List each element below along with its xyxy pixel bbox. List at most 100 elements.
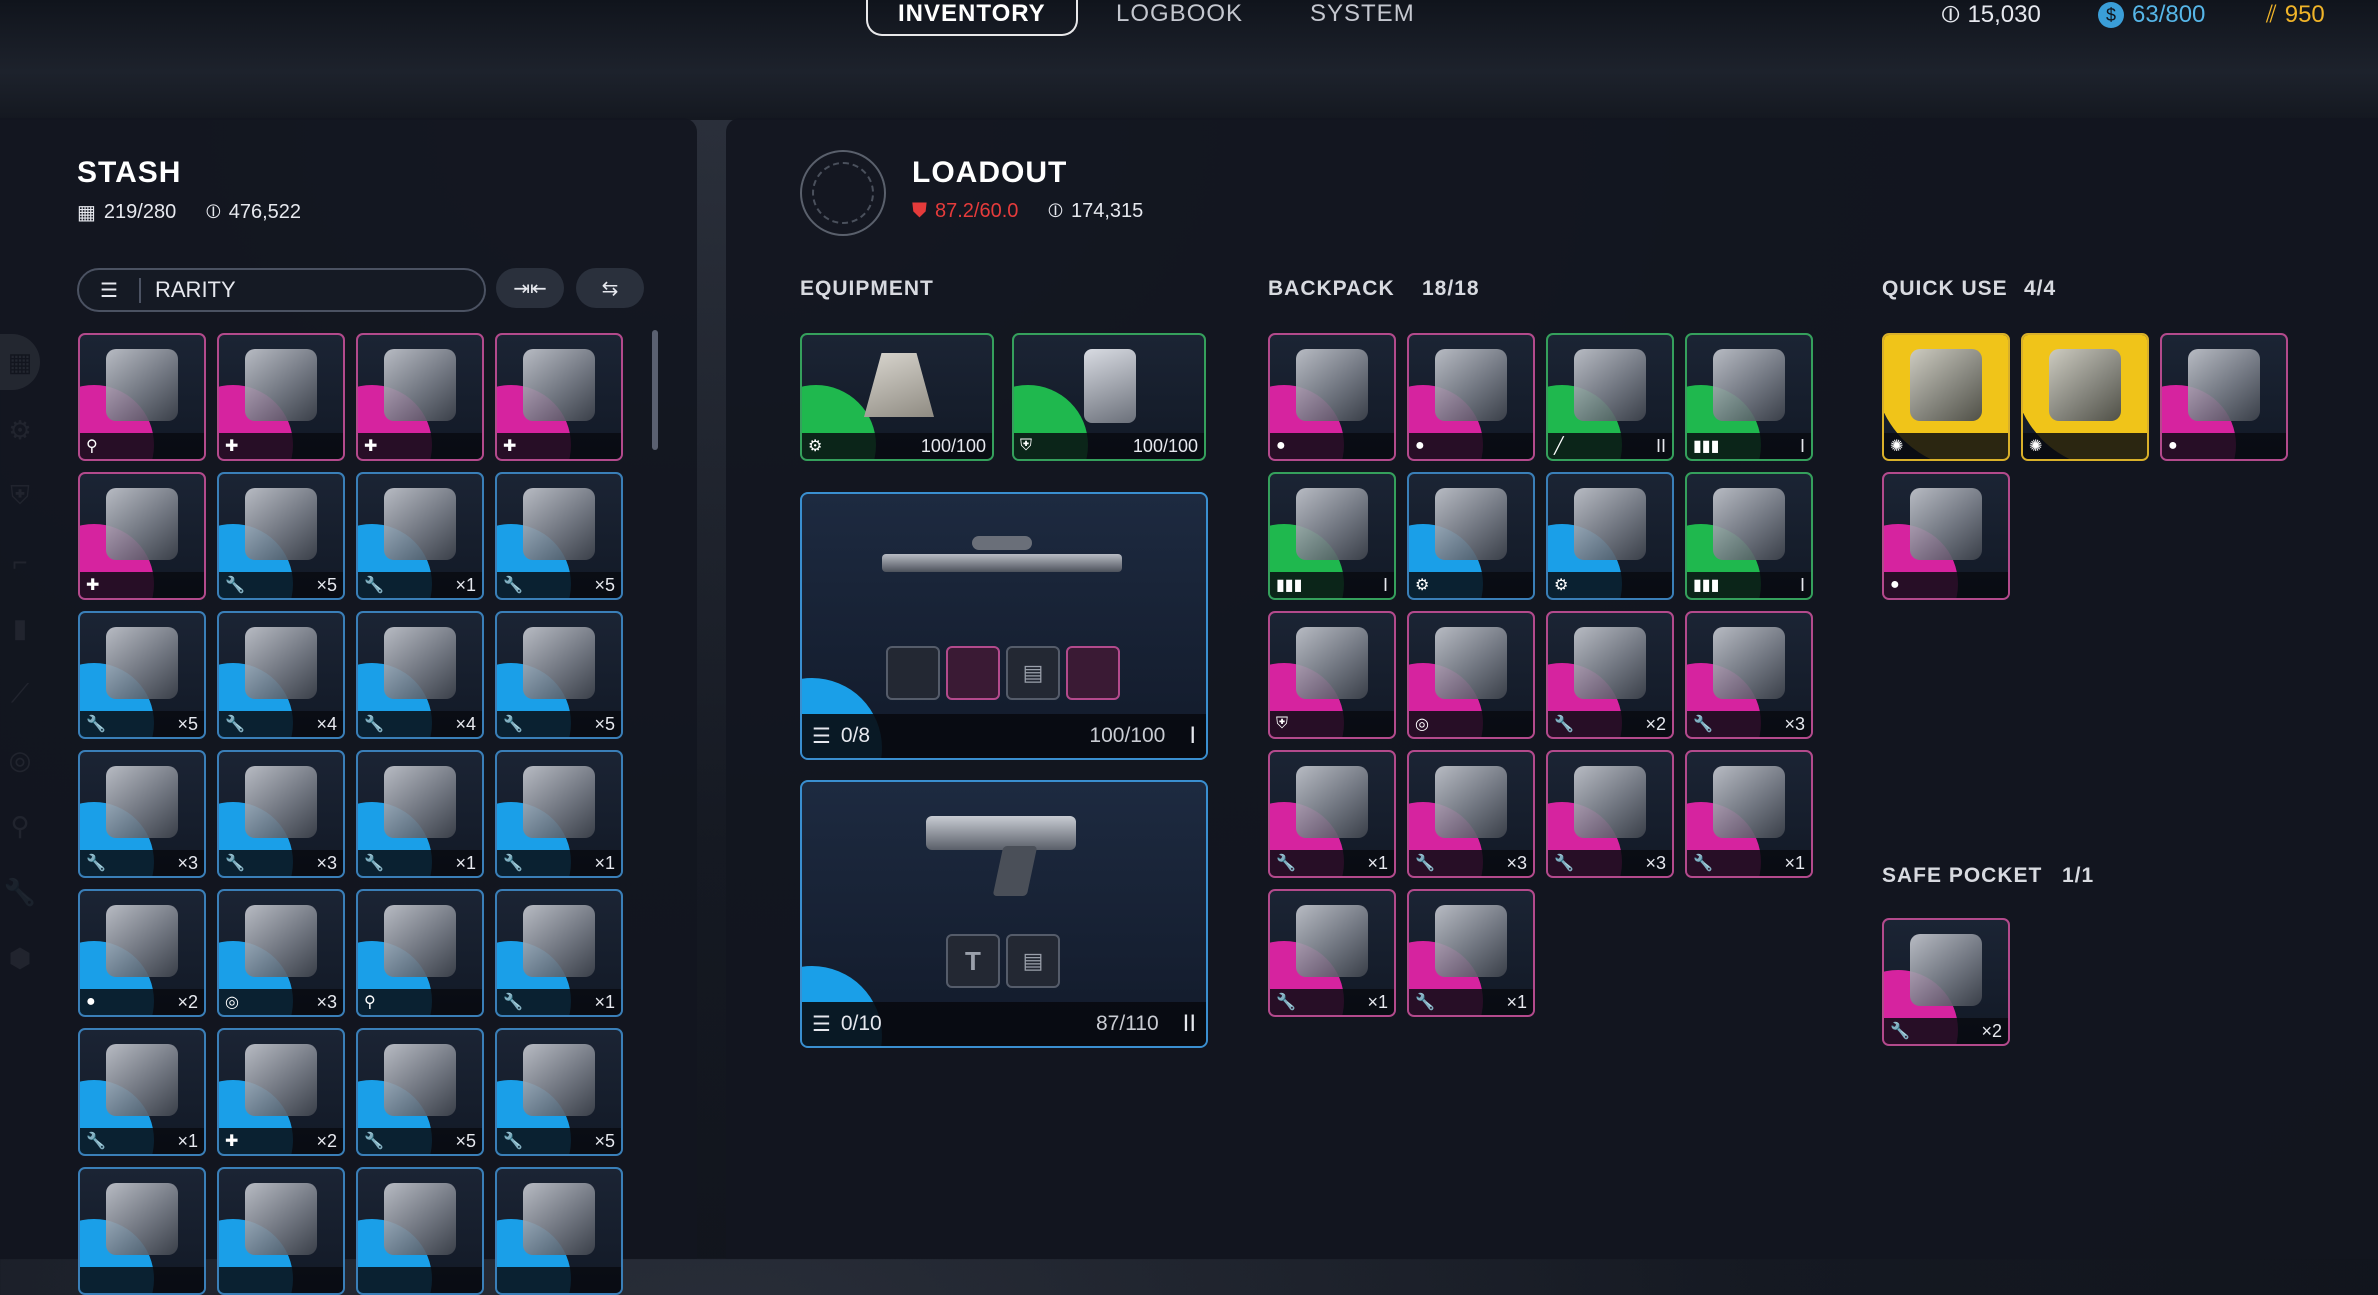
stash-item[interactable]: ⚲ (78, 333, 206, 461)
gear-icon: ⚙ (1554, 577, 1569, 594)
backpack-item[interactable]: 🔧 ×3 (1546, 750, 1674, 878)
stash-scrollbar[interactable] (652, 330, 658, 450)
stash-item[interactable]: ✚ ×2 (217, 1028, 345, 1156)
item-quantity: ×3 (177, 852, 198, 873)
tab-logbook[interactable]: LOGBOOK (1116, 0, 1243, 34)
stash-item[interactable]: 🔧 ×1 (356, 472, 484, 600)
item-footer (358, 1267, 482, 1293)
stash-item[interactable]: 🔧 ×1 (78, 1028, 206, 1156)
backpack-item[interactable]: ▮▮▮ I (1268, 472, 1396, 600)
stash-item[interactable]: ⚲ (356, 889, 484, 1017)
augment-slot[interactable]: ⚙ 100/100 (800, 333, 994, 461)
stash-capacity: 219/280 (103, 201, 177, 223)
item-image (1574, 766, 1646, 838)
wrench-icon: 🔧 (1554, 716, 1574, 733)
backpack-item[interactable]: ⛨ (1268, 611, 1396, 739)
attachment-slot-magazine[interactable]: ▤ (1006, 646, 1060, 700)
stash-item[interactable]: 🔧 ×5 (78, 611, 206, 739)
backpack-item[interactable]: ● (1407, 333, 1535, 461)
transfer-button[interactable]: ⇆ (576, 268, 644, 308)
primary-weapon-slot[interactable]: ▤ ☰ 0/8 100/100 I (800, 492, 1208, 760)
token-value: 63/800 (2132, 1, 2206, 28)
stash-item[interactable]: ✚ (78, 472, 206, 600)
backpack-item[interactable]: 🔧 ×1 (1268, 889, 1396, 1017)
backpack-item[interactable]: ◎ (1407, 611, 1535, 739)
quick-use-item[interactable]: ✺ (2021, 333, 2149, 461)
backpack-item[interactable]: ▮▮▮ I (1685, 472, 1813, 600)
target-icon: ◎ (225, 994, 239, 1011)
stash-item[interactable] (78, 1167, 206, 1295)
item-footer: 🔧 ×1 (1687, 850, 1811, 876)
attachment-slot-stock[interactable] (1066, 646, 1120, 700)
backpack-item[interactable]: 🔧 ×1 (1407, 889, 1535, 1017)
stash-item[interactable]: 🔧 ×3 (217, 750, 345, 878)
stash-item[interactable]: ✚ (356, 333, 484, 461)
attachment-slot-magazine[interactable]: ▤ (1006, 934, 1060, 988)
stash-item[interactable]: ✚ (217, 333, 345, 461)
shield-durability: 100/100 (1132, 435, 1198, 456)
item-quantity: I (1382, 574, 1388, 595)
item-image (523, 766, 595, 838)
backpack-label: BACKPACK (1268, 277, 1395, 300)
item-image (245, 905, 317, 977)
item-footer: 🔧 ×1 (1409, 989, 1533, 1015)
secondary-weapon-slot[interactable]: T ▤ ☰ 0/10 87/110 II (800, 780, 1208, 1048)
item-image (1713, 349, 1785, 421)
item-footer: ✚ (497, 433, 621, 459)
sort-filter-dropdown[interactable]: ☰ RARITY (77, 268, 486, 312)
item-image (1296, 488, 1368, 560)
stash-item[interactable]: 🔧 ×4 (217, 611, 345, 739)
stash-value: 476,522 (228, 201, 302, 223)
stash-item[interactable]: 🔧 ×3 (78, 750, 206, 878)
item-image (523, 349, 595, 421)
item-footer: ● (1884, 572, 2008, 598)
backpack-item[interactable]: ⚙ (1546, 472, 1674, 600)
stash-item[interactable]: 🔧 ×5 (495, 611, 623, 739)
stash-item[interactable]: 🔧 ×5 (356, 1028, 484, 1156)
item-image (1435, 488, 1507, 560)
quick-use-item[interactable]: ● (1882, 472, 2010, 600)
item-footer: ▮▮▮ I (1270, 572, 1394, 598)
stash-item[interactable] (217, 1167, 345, 1295)
stash-item[interactable]: 🔧 ×5 (495, 472, 623, 600)
safe-pocket-item[interactable]: 🔧 ×2 (1882, 918, 2010, 1046)
collapse-button[interactable]: ⇥⇤ (496, 268, 564, 308)
backpack-item[interactable]: ╱ II (1546, 333, 1674, 461)
stash-item[interactable]: 🔧 ×5 (495, 1028, 623, 1156)
item-quantity: ×5 (455, 1130, 476, 1151)
attachment-slot-barrel[interactable]: T (946, 934, 1000, 988)
backpack-item[interactable]: 🔧 ×2 (1546, 611, 1674, 739)
stash-item[interactable] (495, 1167, 623, 1295)
item-footer (219, 1267, 343, 1293)
stash-item[interactable] (356, 1167, 484, 1295)
backpack-item[interactable]: 🔧 ×3 (1407, 750, 1535, 878)
tab-inventory[interactable]: INVENTORY (866, 0, 1078, 36)
backpack-item[interactable]: 🔧 ×1 (1268, 750, 1396, 878)
stash-item[interactable]: ● ×2 (78, 889, 206, 1017)
stash-title: STASH (77, 156, 182, 189)
stash-item[interactable]: 🔧 ×5 (217, 472, 345, 600)
backpack-item[interactable]: ▮▮▮ I (1685, 333, 1813, 461)
backpack-item[interactable]: ⚙ (1407, 472, 1535, 600)
stash-item[interactable]: 🔧 ×1 (356, 750, 484, 878)
attachment-slot-muzzle[interactable] (886, 646, 940, 700)
shield-slot[interactable]: ⛨ 100/100 (1012, 333, 1206, 461)
stash-item[interactable]: ✚ (495, 333, 623, 461)
stash-item[interactable]: 🔧 ×4 (356, 611, 484, 739)
item-quantity: ×3 (316, 852, 337, 873)
tab-system[interactable]: SYSTEM (1310, 0, 1415, 34)
stash-item[interactable]: ◎ ×3 (217, 889, 345, 1017)
backpack-item[interactable]: ● (1268, 333, 1396, 461)
item-image (384, 766, 456, 838)
quick-use-item[interactable]: ● (2160, 333, 2288, 461)
attachment-slot-underbarrel[interactable] (946, 646, 1000, 700)
quick-use-count: 4/4 (2024, 277, 2057, 300)
item-image (106, 627, 178, 699)
backpack-item[interactable]: 🔧 ×1 (1685, 750, 1813, 878)
backpack-item[interactable]: 🔧 ×3 (1685, 611, 1813, 739)
stash-item[interactable]: 🔧 ×1 (495, 889, 623, 1017)
collapse-icon: ⇥⇤ (513, 277, 547, 300)
quick-use-item[interactable]: ✺ (1882, 333, 2010, 461)
avatar[interactable] (800, 150, 886, 236)
stash-item[interactable]: 🔧 ×1 (495, 750, 623, 878)
